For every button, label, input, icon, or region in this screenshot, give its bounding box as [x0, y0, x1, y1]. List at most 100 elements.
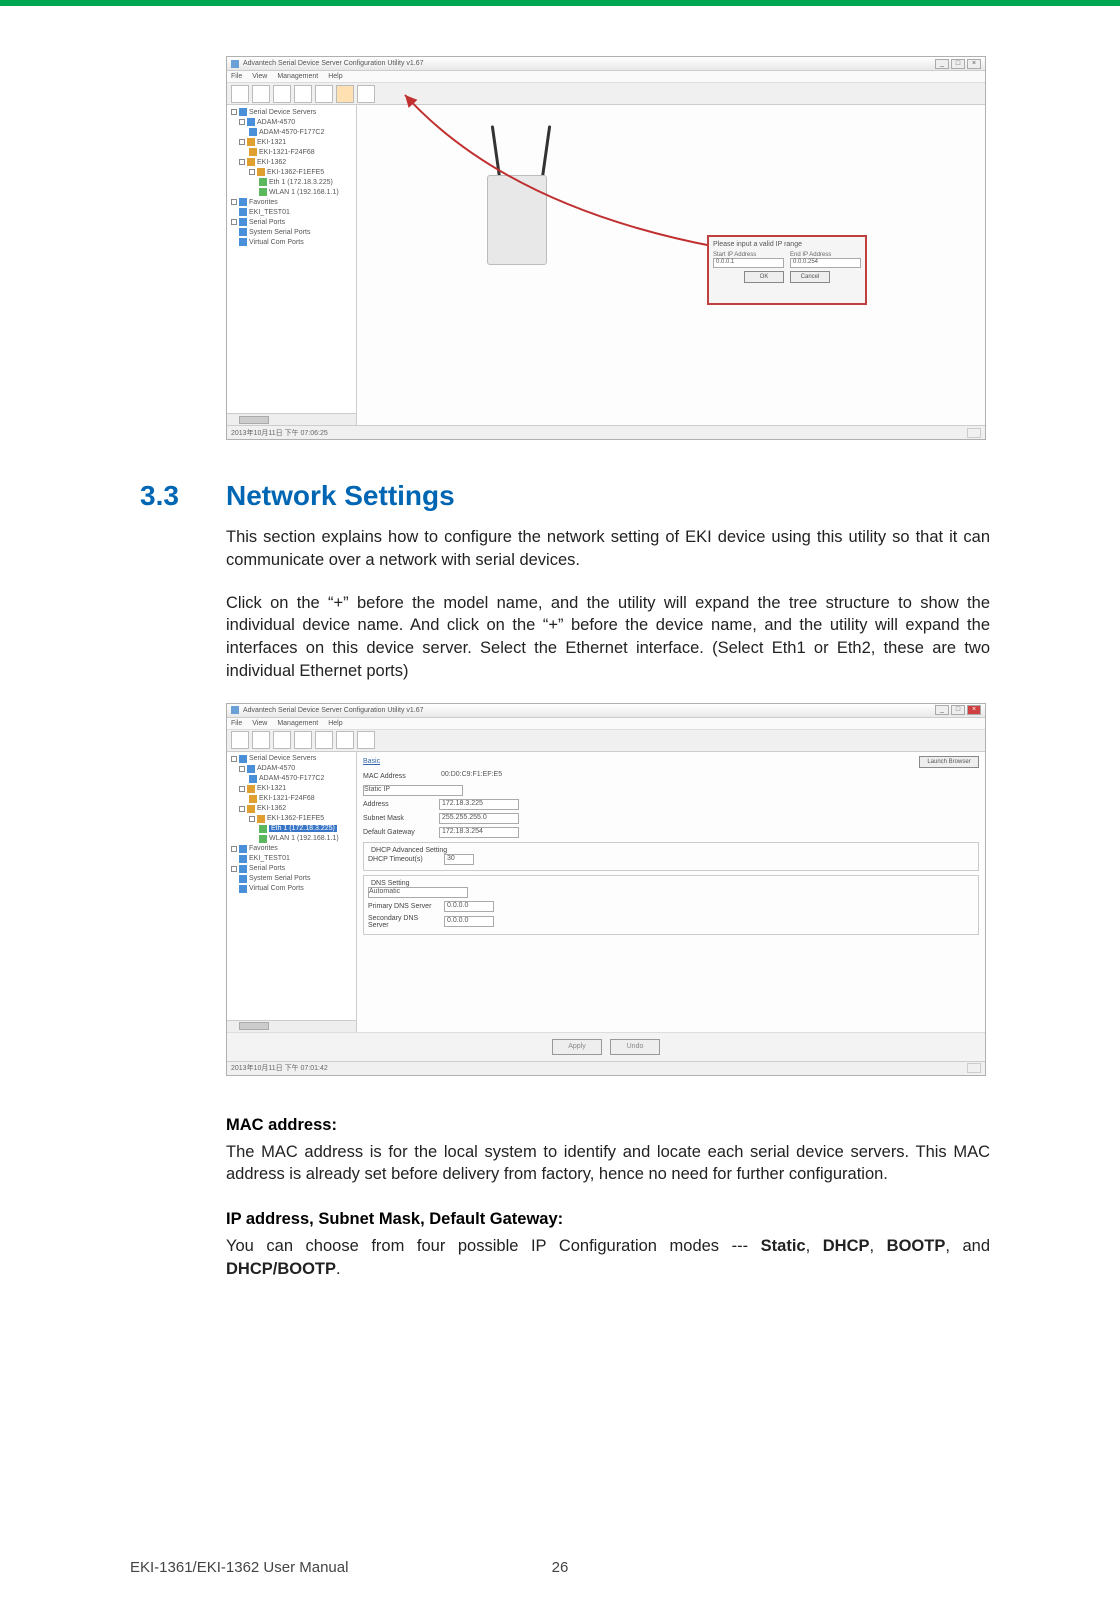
title-bar-2: Advantech Serial Device Server Configura…	[227, 704, 985, 718]
app-icon	[231, 706, 239, 714]
tree-eki1362-dev[interactable]: EKI-1362-F1EFE5	[267, 169, 324, 176]
maximize-button[interactable]: □	[951, 59, 965, 69]
tree-item[interactable]: ADAM-4570-F177C2	[259, 775, 324, 782]
menu-file[interactable]: File	[231, 73, 242, 80]
dns2-label: Secondary DNS Server	[368, 915, 438, 929]
dns2-input[interactable]: 0.0.0.0	[444, 916, 494, 927]
menu-management[interactable]: Management	[277, 73, 318, 80]
tree-eki1321-dev[interactable]: EKI-1321-F24F68	[259, 149, 315, 156]
toolbar	[227, 83, 985, 105]
tree-sysports[interactable]: System Serial Ports	[249, 229, 310, 236]
tree-wlan1[interactable]: WLAN 1 (192.168.1.1)	[269, 189, 339, 196]
mask-input[interactable]: 255.255.255.0	[439, 813, 519, 824]
app-window-iprange: Advantech Serial Device Server Configura…	[226, 56, 986, 440]
tree-eki1321[interactable]: EKI-1321	[257, 139, 286, 146]
dns-group: DNS Setting Automatic Primary DNS Server…	[363, 875, 979, 935]
maximize-button[interactable]: □	[951, 705, 965, 715]
tree-item[interactable]: Favorites	[249, 845, 278, 852]
tree-item[interactable]: ADAM-4570	[257, 765, 295, 772]
tree-fav1[interactable]: EKI_TEST01	[249, 209, 290, 216]
menu-help[interactable]: Help	[328, 720, 342, 727]
tree-adam4570[interactable]: ADAM-4570	[257, 119, 295, 126]
menu-help[interactable]: Help	[328, 73, 342, 80]
dns1-input[interactable]: 0.0.0.0	[444, 901, 494, 912]
window-title: Advantech Serial Device Server Configura…	[243, 60, 935, 67]
dialog-prompt: Please input a valid IP range	[713, 241, 861, 248]
menu-management[interactable]: Management	[277, 720, 318, 727]
ok-button[interactable]: OK	[744, 271, 784, 283]
ip-mode-static: Static	[761, 1237, 806, 1255]
tree-item[interactable]: WLAN 1 (192.168.1.1)	[269, 835, 339, 842]
tree-item-selected[interactable]: Eth 1 (172.18.3.225)	[269, 825, 337, 832]
footer-manual-title: EKI-1361/EKI-1362 User Manual	[130, 1559, 348, 1576]
device-tree-2[interactable]: Serial Device Servers ADAM-4570 ADAM-457…	[227, 752, 357, 1032]
status-text: 2013年10月11日 下午 07:06:25	[231, 428, 328, 438]
toolbar-btn-6[interactable]	[336, 85, 354, 103]
tree-scrollbar[interactable]	[239, 1022, 269, 1030]
tree-eth1[interactable]: Eth 1 (172.18.3.225)	[269, 179, 333, 186]
toolbar-btn[interactable]	[315, 731, 333, 749]
ip-mode-select[interactable]: Static IP	[363, 785, 463, 796]
tree-scrollbar[interactable]	[239, 416, 269, 424]
tree-item[interactable]: Serial Ports	[249, 865, 285, 872]
title-bar: Advantech Serial Device Server Configura…	[227, 57, 985, 71]
end-ip-input[interactable]: 0.0.0.254	[790, 258, 861, 268]
tree-serialports[interactable]: Serial Ports	[249, 219, 285, 226]
toolbar-btn[interactable]	[231, 731, 249, 749]
tree-item[interactable]: EKI-1321	[257, 785, 286, 792]
tree-item[interactable]: Virtual Com Ports	[249, 885, 304, 892]
cancel-button[interactable]: Cancel	[790, 271, 830, 283]
mac-label: MAC Address	[363, 773, 433, 780]
launch-browser-button[interactable]: Launch Browser	[919, 756, 979, 768]
toolbar-btn-5[interactable]	[315, 85, 333, 103]
start-ip-input[interactable]: 0.0.0.1	[713, 258, 784, 268]
section-title: Network Settings	[226, 480, 455, 512]
footer-page-number: 26	[552, 1559, 569, 1576]
ip-range-dialog: Please input a valid IP range Start IP A…	[707, 235, 867, 305]
dhcp-timeout-input[interactable]: 30	[444, 854, 474, 865]
toolbar-btn-2[interactable]	[252, 85, 270, 103]
close-button[interactable]: ×	[967, 59, 981, 69]
device-tree[interactable]: Serial Device Servers ADAM-4570 ADAM-457…	[227, 105, 357, 425]
dns-mode-select[interactable]: Automatic	[368, 887, 468, 898]
minimize-button[interactable]: _	[935, 59, 949, 69]
window-controls: _ □ ×	[935, 59, 981, 69]
menu-view[interactable]: View	[252, 720, 267, 727]
toolbar-btn[interactable]	[294, 731, 312, 749]
status-text-2: 2013年10月11日 下午 07:01:42	[231, 1063, 328, 1073]
tree-item[interactable]: Serial Device Servers	[249, 755, 316, 762]
app-icon	[231, 60, 239, 68]
toolbar-btn-4[interactable]	[294, 85, 312, 103]
tree-eki1362[interactable]: EKI-1362	[257, 159, 286, 166]
menu-file[interactable]: File	[231, 720, 242, 727]
tree-item[interactable]: EKI-1321-F24F68	[259, 795, 315, 802]
tree-item[interactable]: EKI-1362	[257, 805, 286, 812]
toolbar-btn-1[interactable]	[231, 85, 249, 103]
toolbar-btn-3[interactable]	[273, 85, 291, 103]
toolbar-btn[interactable]	[252, 731, 270, 749]
tree-root-servers[interactable]: Serial Device Servers	[249, 109, 316, 116]
tree-favorites[interactable]: Favorites	[249, 199, 278, 206]
tab-basic[interactable]: Basic	[363, 758, 433, 765]
tree-item[interactable]: System Serial Ports	[249, 875, 310, 882]
minimize-button[interactable]: _	[935, 705, 949, 715]
tree-item[interactable]: EKI_TEST01	[249, 855, 290, 862]
close-button[interactable]: ×	[967, 705, 981, 715]
toolbar-btn[interactable]	[273, 731, 291, 749]
toolbar-btn[interactable]	[336, 731, 354, 749]
window-title-2: Advantech Serial Device Server Configura…	[243, 707, 935, 714]
addr-input[interactable]: 172.18.3.225	[439, 799, 519, 810]
apply-button[interactable]: Apply	[552, 1039, 602, 1055]
addr-label: Address	[363, 801, 433, 808]
network-form: Basic Launch Browser MAC Address00:D0:C9…	[357, 752, 985, 1032]
tree-adam4570-dev[interactable]: ADAM-4570-F177C2	[259, 129, 324, 136]
menu-view[interactable]: View	[252, 73, 267, 80]
tree-vcomports[interactable]: Virtual Com Ports	[249, 239, 304, 246]
toolbar-btn[interactable]	[357, 731, 375, 749]
gw-label: Default Gateway	[363, 829, 433, 836]
undo-button[interactable]: Undo	[610, 1039, 660, 1055]
menu-bar: File View Management Help	[227, 71, 985, 83]
tree-item[interactable]: EKI-1362-F1EFE5	[267, 815, 324, 822]
toolbar-btn-7[interactable]	[357, 85, 375, 103]
gw-input[interactable]: 172.18.3.254	[439, 827, 519, 838]
